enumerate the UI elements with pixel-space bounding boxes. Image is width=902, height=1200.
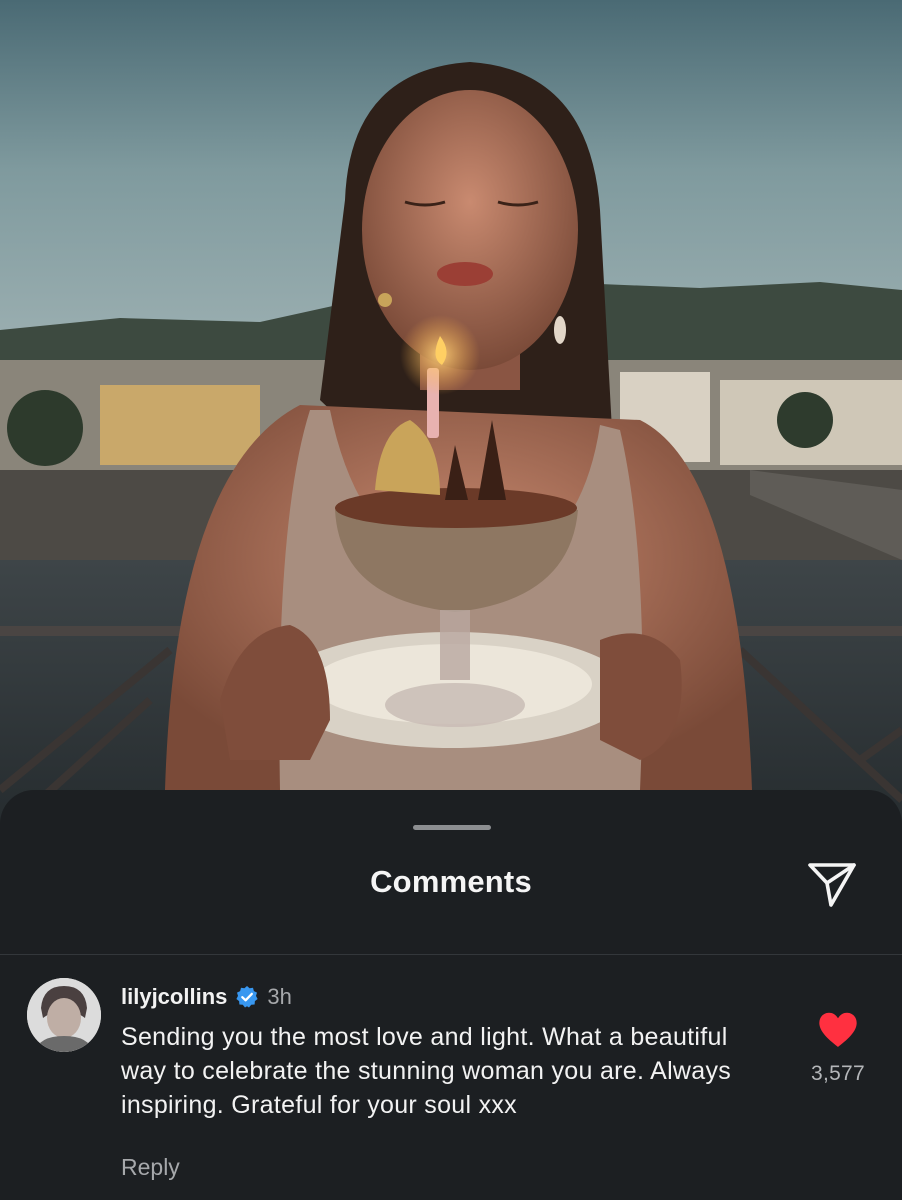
like-count: 3,577 [810, 1062, 866, 1085]
reply-button[interactable]: Reply [121, 1154, 180, 1181]
share-button[interactable] [804, 858, 860, 914]
comment-username[interactable]: lilyjcollins [121, 984, 227, 1010]
comments-sheet: Comments lilyjcollins 3h Sending you the… [0, 790, 902, 1200]
comment-text: Sending you the most love and light. Wha… [121, 1023, 732, 1119]
avatar-image [27, 978, 101, 1052]
header-divider [0, 954, 902, 955]
like-control: 3,577 [796, 1012, 880, 1086]
post-photo [0, 0, 902, 860]
comment-timestamp: 3h [267, 984, 292, 1009]
verified-badge-icon [235, 985, 259, 1009]
comment-item: lilyjcollins 3h Sending you the most lov… [0, 976, 902, 1200]
comment-header: lilyjcollins 3h [121, 984, 292, 1010]
avatar[interactable] [27, 978, 101, 1052]
paper-plane-icon [806, 859, 858, 914]
heart-icon[interactable] [818, 1012, 858, 1048]
sheet-title: Comments [370, 864, 532, 899]
sheet-drag-handle[interactable] [413, 825, 491, 830]
photo-scene [0, 0, 902, 860]
